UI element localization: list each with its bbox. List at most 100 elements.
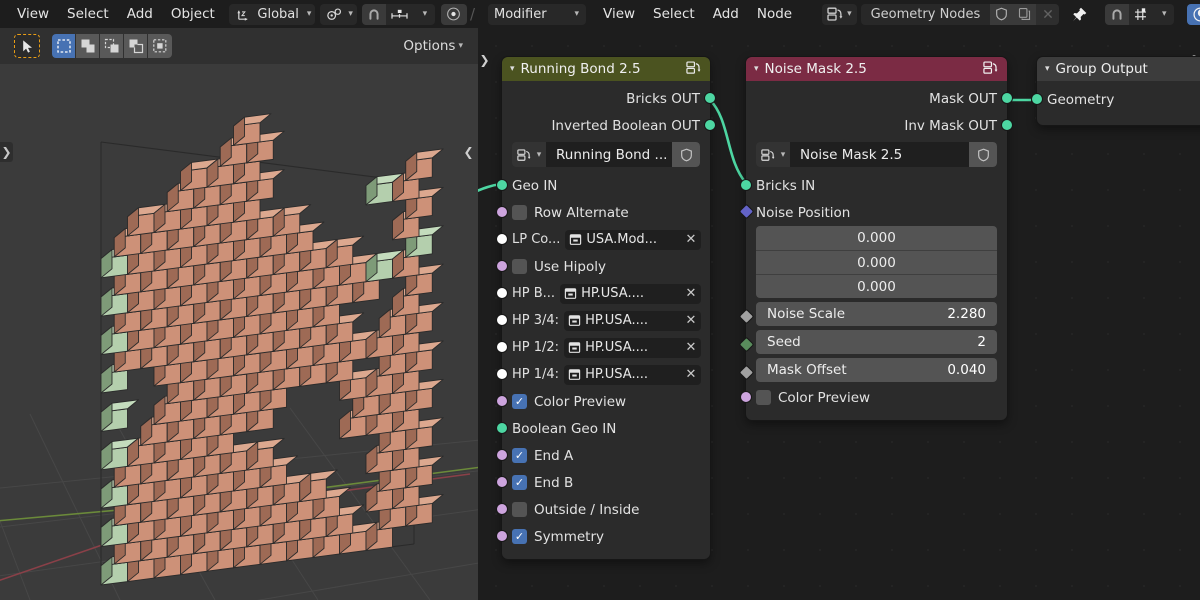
unlink-x-icon[interactable]: ✕ bbox=[681, 313, 701, 328]
node-input-noise-scale[interactable]: Noise Scale 2.280 bbox=[738, 302, 1007, 326]
checkbox-color-preview-noise[interactable] bbox=[756, 390, 771, 405]
pivot-point-dropdown[interactable]: ▾ bbox=[320, 3, 357, 25]
socket-object-in[interactable] bbox=[496, 233, 508, 245]
node-input-seed[interactable]: Seed 2 bbox=[738, 330, 1007, 354]
socket-geometry-out[interactable] bbox=[704, 119, 716, 131]
node-input-geo-in[interactable]: Geo IN bbox=[496, 172, 710, 199]
node-input-end-a[interactable]: ✓ End A bbox=[496, 442, 710, 469]
vector-field-x[interactable]: 0.000 bbox=[756, 226, 997, 250]
collapse-chevron-icon[interactable]: ▾ bbox=[1045, 64, 1050, 74]
node-input-lp-collection[interactable]: LP Co... USA.Mod... ✕ bbox=[496, 226, 710, 253]
node-input-hp-half[interactable]: HP 1/2: HP.USA.... ✕ bbox=[496, 334, 710, 361]
socket-object-in[interactable] bbox=[496, 368, 508, 380]
collapse-chevron-icon[interactable]: ▾ bbox=[754, 64, 759, 74]
unlink-x-icon[interactable]: ✕ bbox=[681, 286, 701, 301]
node-snapping-group[interactable]: ▾ bbox=[1105, 3, 1175, 25]
socket-object-in[interactable] bbox=[496, 287, 508, 299]
menu-object[interactable]: Object bbox=[162, 3, 224, 25]
node-input-hp-three-quarter[interactable]: HP 3/4: HP.USA.... ✕ bbox=[496, 307, 710, 334]
socket-boolean-in[interactable] bbox=[496, 530, 508, 542]
node-menu-add[interactable]: Add bbox=[704, 3, 748, 25]
object-field-lp-collection[interactable]: USA.Mod... ✕ bbox=[565, 229, 701, 250]
node-input-color-preview[interactable]: ✓ Color Preview bbox=[496, 388, 710, 415]
editor-mode-dropdown[interactable]: Modifier ▾ bbox=[488, 3, 586, 25]
select-invert-icon[interactable] bbox=[124, 34, 148, 58]
select-box-icon[interactable] bbox=[52, 34, 76, 58]
snap-options-chevron[interactable]: ▾ bbox=[412, 3, 435, 25]
transform-orientation-dropdown[interactable]: Global ▾ bbox=[229, 3, 316, 25]
select-subtract-icon[interactable] bbox=[100, 34, 124, 58]
node-output-mask-out[interactable]: Mask OUT bbox=[746, 85, 1013, 112]
overlay-icon[interactable] bbox=[1187, 3, 1200, 25]
checkbox-outside-inside[interactable] bbox=[512, 502, 527, 517]
node-running-bond[interactable]: ▾ Running Bond 2.5 Bricks OUT Inverted B… bbox=[496, 57, 716, 559]
snapping-group[interactable]: ▾ bbox=[361, 3, 435, 25]
browse-datablock-icon[interactable]: ▾ bbox=[756, 142, 790, 167]
socket-geometry-out[interactable] bbox=[1001, 92, 1013, 104]
browse-datablock-icon[interactable]: ▾ bbox=[512, 142, 546, 167]
node-input-hp-brick[interactable]: HP B... HP.USA.... ✕ bbox=[496, 280, 710, 307]
node-menu-select[interactable]: Select bbox=[644, 3, 704, 25]
node-group-datablock-picker[interactable]: ▾ Noise Mask 2.5 bbox=[756, 142, 997, 167]
vector-field-z[interactable]: 0.000 bbox=[756, 274, 997, 298]
checkbox-row-alternate[interactable] bbox=[512, 205, 527, 220]
node-input-bricks-in[interactable]: Bricks IN bbox=[740, 172, 1007, 199]
proportional-edit-icon[interactable] bbox=[440, 3, 467, 25]
fake-user-shield-icon[interactable] bbox=[990, 3, 1014, 25]
collapse-chevron-icon[interactable]: ▾ bbox=[510, 64, 515, 74]
socket-geometry-in[interactable] bbox=[1031, 93, 1043, 105]
socket-geometry-out[interactable] bbox=[1001, 119, 1013, 131]
node-input-boolean-geo-in[interactable]: Boolean Geo IN bbox=[496, 415, 710, 442]
checkbox-color-preview[interactable]: ✓ bbox=[512, 394, 527, 409]
unlink-x-icon[interactable]: ✕ bbox=[681, 340, 701, 355]
object-field-hp-quarter[interactable]: HP.USA.... ✕ bbox=[564, 364, 701, 385]
socket-geometry-out[interactable] bbox=[704, 92, 716, 104]
copy-datablock-icon[interactable] bbox=[1013, 3, 1037, 25]
node-input-end-b[interactable]: ✓ End B bbox=[496, 469, 710, 496]
checkbox-end-a[interactable]: ✓ bbox=[512, 448, 527, 463]
node-tree-datablock[interactable]: Geometry Nodes bbox=[860, 3, 1060, 25]
object-field-hp-three-quarter[interactable]: HP.USA.... ✕ bbox=[564, 310, 701, 331]
vector-field-y[interactable]: 0.000 bbox=[756, 250, 997, 274]
socket-boolean-in[interactable] bbox=[496, 395, 508, 407]
socket-object-in[interactable] bbox=[496, 341, 508, 353]
node-input-symmetry[interactable]: ✓ Symmetry bbox=[496, 523, 710, 550]
close-x-icon[interactable] bbox=[1036, 3, 1060, 25]
socket-boolean-in[interactable] bbox=[496, 476, 508, 488]
menu-view[interactable]: View bbox=[8, 3, 58, 25]
node-input-color-preview-noise[interactable]: Color Preview bbox=[740, 384, 1007, 411]
unlink-x-icon[interactable]: ✕ bbox=[681, 367, 701, 382]
node-menu-view[interactable]: View bbox=[594, 3, 644, 25]
checkbox-symmetry[interactable]: ✓ bbox=[512, 529, 527, 544]
fake-user-shield-icon[interactable] bbox=[672, 142, 700, 167]
proportional-editing-group[interactable] bbox=[440, 3, 467, 25]
select-intersect-icon[interactable] bbox=[148, 34, 172, 58]
node-input-mask-offset[interactable]: Mask Offset 0.040 bbox=[738, 358, 1007, 382]
pin-icon[interactable] bbox=[1067, 6, 1092, 23]
node-snap-icon[interactable] bbox=[1129, 3, 1153, 25]
node-input-geometry[interactable]: Geometry bbox=[1031, 86, 1200, 113]
node-input-use-hipoly[interactable]: Use Hipoly bbox=[496, 253, 710, 280]
checkbox-end-b[interactable]: ✓ bbox=[512, 475, 527, 490]
socket-geometry-in[interactable] bbox=[740, 179, 752, 191]
3d-viewport[interactable]: ❯ ❮ bbox=[0, 64, 478, 600]
node-snap-chevron[interactable]: ▾ bbox=[1152, 3, 1175, 25]
geometry-node-editor[interactable]: ❯ ❮ ▾ Running Bond 2.5 bbox=[478, 28, 1200, 600]
snap-magnet-icon[interactable] bbox=[1105, 3, 1130, 25]
node-output-inverted-boolean-out[interactable]: Inverted Boolean OUT bbox=[502, 112, 716, 139]
value-field-noise-scale[interactable]: Noise Scale 2.280 bbox=[756, 302, 997, 326]
node-input-hp-quarter[interactable]: HP 1/4: HP.USA.... ✕ bbox=[496, 361, 710, 388]
value-field-mask-offset[interactable]: Mask Offset 0.040 bbox=[756, 358, 997, 382]
unlink-x-icon[interactable]: ✕ bbox=[681, 232, 701, 247]
select-mode-group[interactable] bbox=[52, 34, 172, 58]
socket-geometry-in[interactable] bbox=[496, 179, 508, 191]
socket-boolean-in[interactable] bbox=[496, 503, 508, 515]
overlay-group[interactable]: ▾ bbox=[1187, 3, 1200, 25]
node-output-bricks-out[interactable]: Bricks OUT bbox=[502, 85, 716, 112]
select-extend-icon[interactable] bbox=[76, 34, 100, 58]
socket-boolean-in[interactable] bbox=[496, 260, 508, 272]
node-input-outside-inside[interactable]: Outside / Inside bbox=[496, 496, 710, 523]
viewport-sidebar-right-toggle[interactable]: ❮ bbox=[462, 142, 475, 162]
node-menu-node[interactable]: Node bbox=[748, 3, 801, 25]
node-noise-mask[interactable]: ▾ Noise Mask 2.5 Mask OUT Inv Mask OUT ▾… bbox=[738, 57, 1013, 420]
